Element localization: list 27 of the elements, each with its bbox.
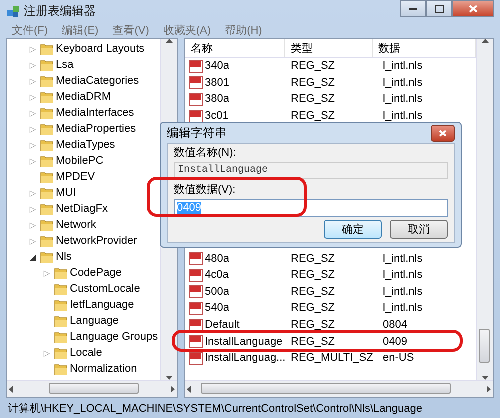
value-type: REG_SZ [291, 269, 336, 282]
value-data: l_intl.nls [383, 76, 423, 89]
value-data: l_intl.nls [383, 269, 423, 282]
value-type: REG_SZ [291, 93, 336, 106]
value-data: 0804 [383, 319, 408, 332]
value-type: REG_MULTI_SZ [291, 352, 374, 364]
window-title: 注册表编辑器 [24, 2, 96, 20]
value-type: REG_SZ [291, 302, 336, 314]
value-data: l_intl.nls [383, 60, 423, 72]
field-label: 数值名称(N): [174, 147, 238, 160]
value-type: REG_SZ [291, 252, 336, 265]
value-data: l_intl.nls [383, 110, 423, 122]
value-data: l_intl.nls [383, 302, 423, 314]
value-type: REG_SZ [291, 110, 336, 122]
value-type: REG_SZ [291, 319, 336, 332]
value-data: 0409 [383, 336, 408, 348]
value-data: l_intl.nls [383, 252, 423, 265]
status-text: 计算机\HKEY_LOCAL_MACHINE\SYSTEM\CurrentControlSet\Control\Nls\Language [7, 402, 424, 416]
dialog-title: 编辑字符串 [167, 124, 227, 142]
field-label: 数值数据(V): [174, 184, 237, 197]
value-type: REG_SZ [291, 336, 336, 348]
value-type: REG_SZ [291, 60, 336, 72]
value-data: l_intl.nls [383, 93, 423, 106]
value-data: en-US [383, 352, 414, 364]
value-type: REG_SZ [291, 286, 336, 298]
value-data: l_intl.nls [383, 286, 423, 298]
value-type: REG_SZ [291, 76, 336, 89]
